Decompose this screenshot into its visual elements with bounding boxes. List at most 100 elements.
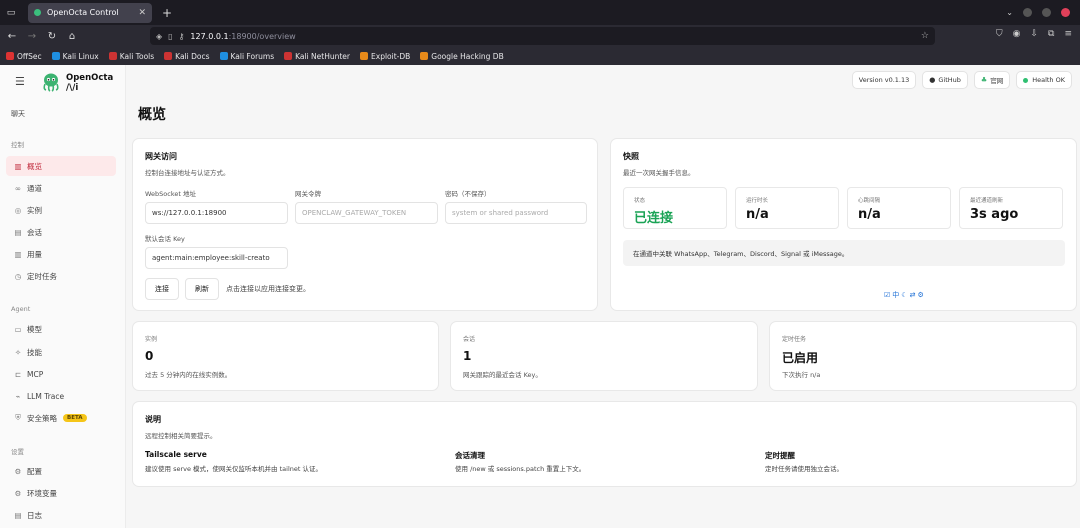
browser-tab[interactable]: OpenOcta Control ✕ [28, 2, 152, 23]
translate-icon[interactable]: 中 [892, 291, 901, 299]
page-icon: ▯ [168, 31, 173, 41]
session-key-label: 默认会话 Key [145, 235, 185, 243]
ws-url-input[interactable] [145, 202, 288, 224]
minimize-button[interactable] [1023, 8, 1032, 17]
close-window-button[interactable] [1061, 8, 1070, 17]
sidebar: ☰ OpenOcta /\/i 聊天 控制 ▥ 概览 ∞ 通道 ◎ 实例 ▤ 会话 ▥… [0, 65, 126, 528]
bookmark-kali-docs[interactable]: Kali Docs [164, 52, 210, 61]
url-bar[interactable]: ◈ ▯ ⚷ 127.0.0.1:18900/overview ☆ [150, 27, 935, 45]
bookmark-kali-forums[interactable]: Kali Forums [219, 52, 274, 61]
star-icon[interactable]: ☆ [921, 31, 929, 41]
maximize-button[interactable] [1042, 8, 1051, 17]
key-icon[interactable]: ⚷ [179, 32, 185, 41]
shield-icon: ⛨ [15, 413, 21, 422]
sidebar-item-chat[interactable]: 聊天 [11, 109, 25, 119]
sidebar-item-security-policy[interactable]: ⛨ 安全策略 BETA [6, 408, 116, 428]
bar-chart-icon: ▥ [14, 161, 22, 171]
sidebar-item-models[interactable]: ▭ 模型 [6, 319, 116, 339]
sidebar-item-sessions[interactable]: ▤ 会话 [6, 222, 116, 242]
pocket-icon[interactable]: ⛉ [996, 29, 1003, 39]
password-input[interactable] [445, 202, 587, 224]
sidebar-item-overview[interactable]: ▥ 概览 [6, 156, 116, 176]
bar-chart-icon: ▥ [14, 249, 22, 259]
sidebar-item-llm-trace[interactable]: ⌁ LLM Trace [6, 386, 116, 406]
new-tab-icon[interactable]: + [162, 6, 172, 20]
menu-icon[interactable]: ≡ [1064, 29, 1072, 39]
close-tab-icon[interactable]: ✕ [138, 8, 146, 18]
nethunter-icon [284, 52, 293, 60]
bookmark-kali-nethunter[interactable]: Kali NetHunter [284, 52, 350, 61]
gear-icon: ⚙ [14, 488, 22, 498]
bookmark-kali-linux[interactable]: Kali Linux [51, 52, 99, 61]
url-text: 127.0.0.1:18900/overview [190, 31, 296, 41]
moon-icon[interactable]: ☾ [901, 291, 909, 299]
github-link[interactable]: ● GitHub [922, 71, 968, 89]
document-icon: ▤ [14, 227, 22, 237]
extensions-icon[interactable]: ⧉ [1048, 29, 1054, 39]
refresh-button[interactable]: 刷新 [185, 278, 219, 300]
health-dot-icon [1023, 77, 1029, 83]
sidebar-item-channels[interactable]: ∞ 通道 [6, 178, 116, 198]
sidebar-item-mcp[interactable]: ⊏ MCP [6, 364, 116, 384]
website-link[interactable]: ♣ 官网 [973, 71, 1011, 89]
gear-icon: ⚙ [14, 466, 22, 476]
link-icon: ∞ [14, 183, 22, 193]
reload-icon[interactable]: ↻ [42, 31, 62, 42]
page-title: 概览 [138, 107, 166, 123]
floating-toolbar[interactable]: ☑中☾⇄⚙ [884, 290, 926, 300]
sidebar-item-instances[interactable]: ◎ 实例 [6, 200, 116, 220]
browser-tab-bar: ▭ OpenOcta Control ✕ + ⌄ [0, 0, 1080, 25]
token-label: 网关令牌 [295, 190, 321, 198]
back-icon[interactable]: ← [2, 31, 22, 42]
forward-icon[interactable]: → [22, 31, 42, 42]
tab-overview-icon[interactable]: ▭ [0, 8, 22, 18]
notes-card: 说明 远程控制相关简要提示。 Tailscale serve 建议使用 serv… [132, 401, 1077, 487]
channels-notice: 在通道中关联 WhatsApp、Telegram、Discord、Signal … [623, 240, 1065, 266]
sidebar-item-config[interactable]: ⚙ 配置 [6, 461, 116, 481]
section-control-label: 控制 [11, 141, 24, 149]
sidebar-item-env-vars[interactable]: ⚙ 环境变量 [6, 483, 116, 503]
downloads-icon[interactable]: ⇩ [1030, 29, 1038, 39]
home-icon[interactable]: ⌂ [62, 31, 82, 42]
bookmark-exploit-db[interactable]: Exploit-DB [360, 52, 410, 61]
snapshot-title: 快照 [623, 152, 639, 161]
bookmark-kali-tools[interactable]: Kali Tools [108, 52, 154, 61]
chevron-down-icon[interactable]: ⌄ [1006, 8, 1013, 17]
section-agent-label: Agent [11, 305, 31, 313]
connect-hint: 点击连接以应用连接变更。 [226, 285, 310, 293]
sidebar-item-cron[interactable]: ◷ 定时任务 [6, 266, 116, 286]
account-icon[interactable]: ◉ [1013, 29, 1021, 39]
tab-title: OpenOcta Control [47, 8, 119, 17]
topbar-actions: Version v0.1.13 ● GitHub ♣ 官网 Health OK [851, 71, 1072, 89]
browser-nav-bar: ← → ↻ ⌂ ◈ ▯ ⚷ 127.0.0.1:18900/overview ☆… [0, 25, 1080, 47]
bookmark-offsec[interactable]: OffSec [6, 52, 42, 61]
gateway-subtitle: 控制台连接地址与认证方式。 [145, 169, 230, 177]
app-root: ☰ OpenOcta /\/i 聊天 控制 ▥ 概览 ∞ 通道 ◎ 实例 ▤ 会话 ▥… [0, 65, 1080, 528]
kali-icon [51, 52, 60, 60]
cron-card: 定时任务 已启用 下次执行 n/a [769, 321, 1077, 391]
hamburger-icon[interactable]: ☰ [15, 75, 25, 88]
token-input[interactable] [295, 202, 438, 224]
kali-tools-icon [108, 52, 117, 60]
note-tailscale-title: Tailscale serve [145, 450, 207, 459]
instances-card: 实例 0 过去 5 分钟内的在线实例数。 [132, 321, 439, 391]
offsec-icon [6, 52, 14, 60]
exploit-db-icon [360, 52, 369, 60]
gateway-title: 网关访问 [145, 152, 177, 161]
stat-channel-refresh: 最近通道刷新 3s ago [959, 187, 1063, 229]
sidebar-item-usage[interactable]: ▥ 用量 [6, 244, 116, 264]
connect-button[interactable]: 连接 [145, 278, 179, 300]
note-session-text: 使用 /new 或 sessions.patch 重置上下文。 [455, 465, 586, 473]
github-icon: ● [929, 76, 936, 84]
sidebar-item-skills[interactable]: ✧ 技能 [6, 342, 116, 362]
password-label: 密码（不保存） [445, 190, 491, 198]
brand: OpenOcta /\/i [66, 73, 114, 93]
gateway-card: 网关访问 控制台连接地址与认证方式。 WebSocket 地址 网关令牌 密码（… [132, 138, 598, 311]
shield-icon[interactable]: ◈ [156, 32, 162, 41]
instances-value: 0 [145, 349, 154, 363]
sidebar-item-logs[interactable]: ▤ 日志 [6, 505, 116, 525]
session-key-input[interactable] [145, 247, 288, 269]
gear-icon[interactable]: ⚙ [917, 291, 925, 299]
note-cron-text: 定时任务请使用独立会话。 [765, 465, 843, 473]
bookmark-google-hacking-db[interactable]: Google Hacking DB [420, 52, 504, 61]
